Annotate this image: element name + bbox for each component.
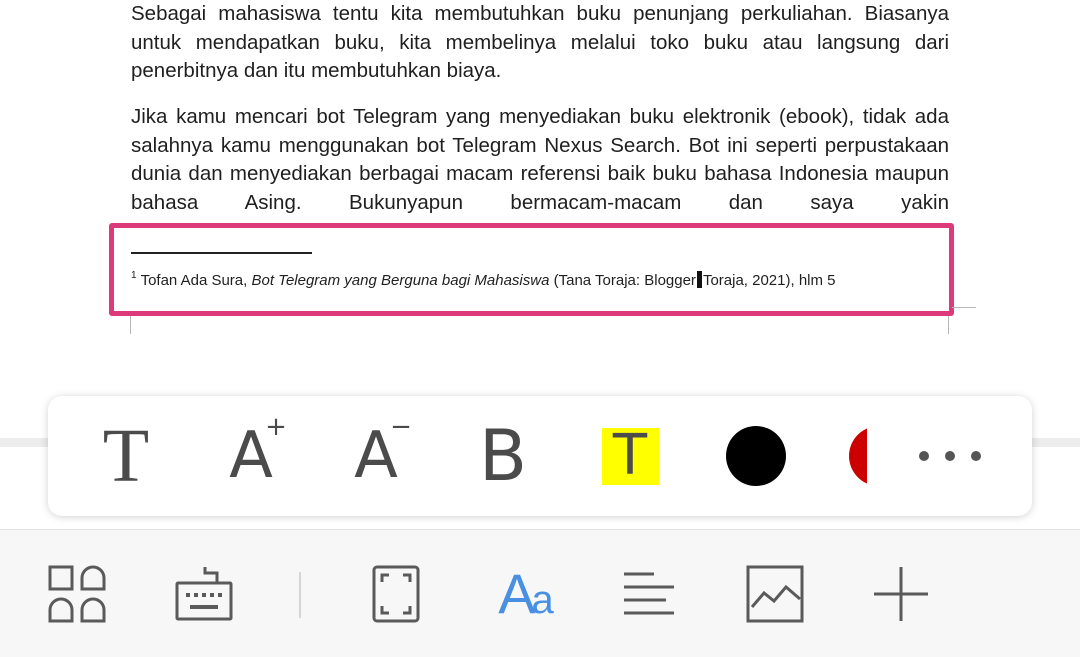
- increase-font-size-button[interactable]: A +: [201, 396, 301, 516]
- fullscreen-button[interactable]: [347, 530, 447, 657]
- text-style-button[interactable]: T: [76, 396, 176, 516]
- bold-icon: B: [478, 415, 528, 497]
- font-format-button[interactable]: Aa: [474, 530, 574, 657]
- highlight-color-button[interactable]: T: [580, 396, 680, 516]
- keyboard-button[interactable]: [154, 530, 254, 657]
- layout-button[interactable]: [27, 530, 127, 657]
- black-color-swatch: [726, 426, 786, 486]
- toolbar-divider: [299, 572, 301, 618]
- highlight-icon: T: [601, 427, 659, 485]
- font-color-button[interactable]: [706, 396, 806, 516]
- red-color-button[interactable]: [838, 396, 878, 516]
- layout-grid-icon: [48, 565, 106, 623]
- font-size-down-icon: A −: [354, 412, 412, 493]
- add-icon: [874, 567, 928, 621]
- insert-image-button[interactable]: [725, 530, 825, 657]
- bottom-toolbar: Aa: [0, 529, 1080, 657]
- annotation-highlight-box: [109, 223, 954, 316]
- align-icon: [624, 572, 674, 615]
- insert-button[interactable]: [851, 530, 951, 657]
- paragraph-align-button[interactable]: [599, 530, 699, 657]
- format-toolbar: T A + A − B T: [48, 396, 1032, 516]
- keyboard-icon: [175, 567, 233, 621]
- text-style-icon: T: [102, 414, 150, 498]
- image-icon: [746, 565, 804, 623]
- fullscreen-icon: [372, 565, 420, 623]
- page-margin-guide: [948, 316, 949, 334]
- font-icon: Aa: [498, 562, 554, 625]
- more-icon: [919, 451, 981, 461]
- decrease-font-size-button[interactable]: A −: [326, 396, 426, 516]
- paragraph-1[interactable]: Sebagai mahasiswa tentu kita membutuhkan…: [131, 0, 949, 86]
- bold-button[interactable]: B: [453, 396, 553, 516]
- page-margin-guide: [952, 307, 976, 308]
- red-color-swatch: [849, 426, 867, 486]
- page-margin-guide: [130, 316, 131, 334]
- font-size-up-icon: A +: [229, 412, 287, 493]
- editor-screen: Sebagai mahasiswa tentu kita membutuhkan…: [0, 0, 1080, 657]
- more-options-button[interactable]: [900, 396, 1000, 516]
- paragraph-2[interactable]: Jika kamu mencari bot Telegram yang meny…: [131, 103, 949, 218]
